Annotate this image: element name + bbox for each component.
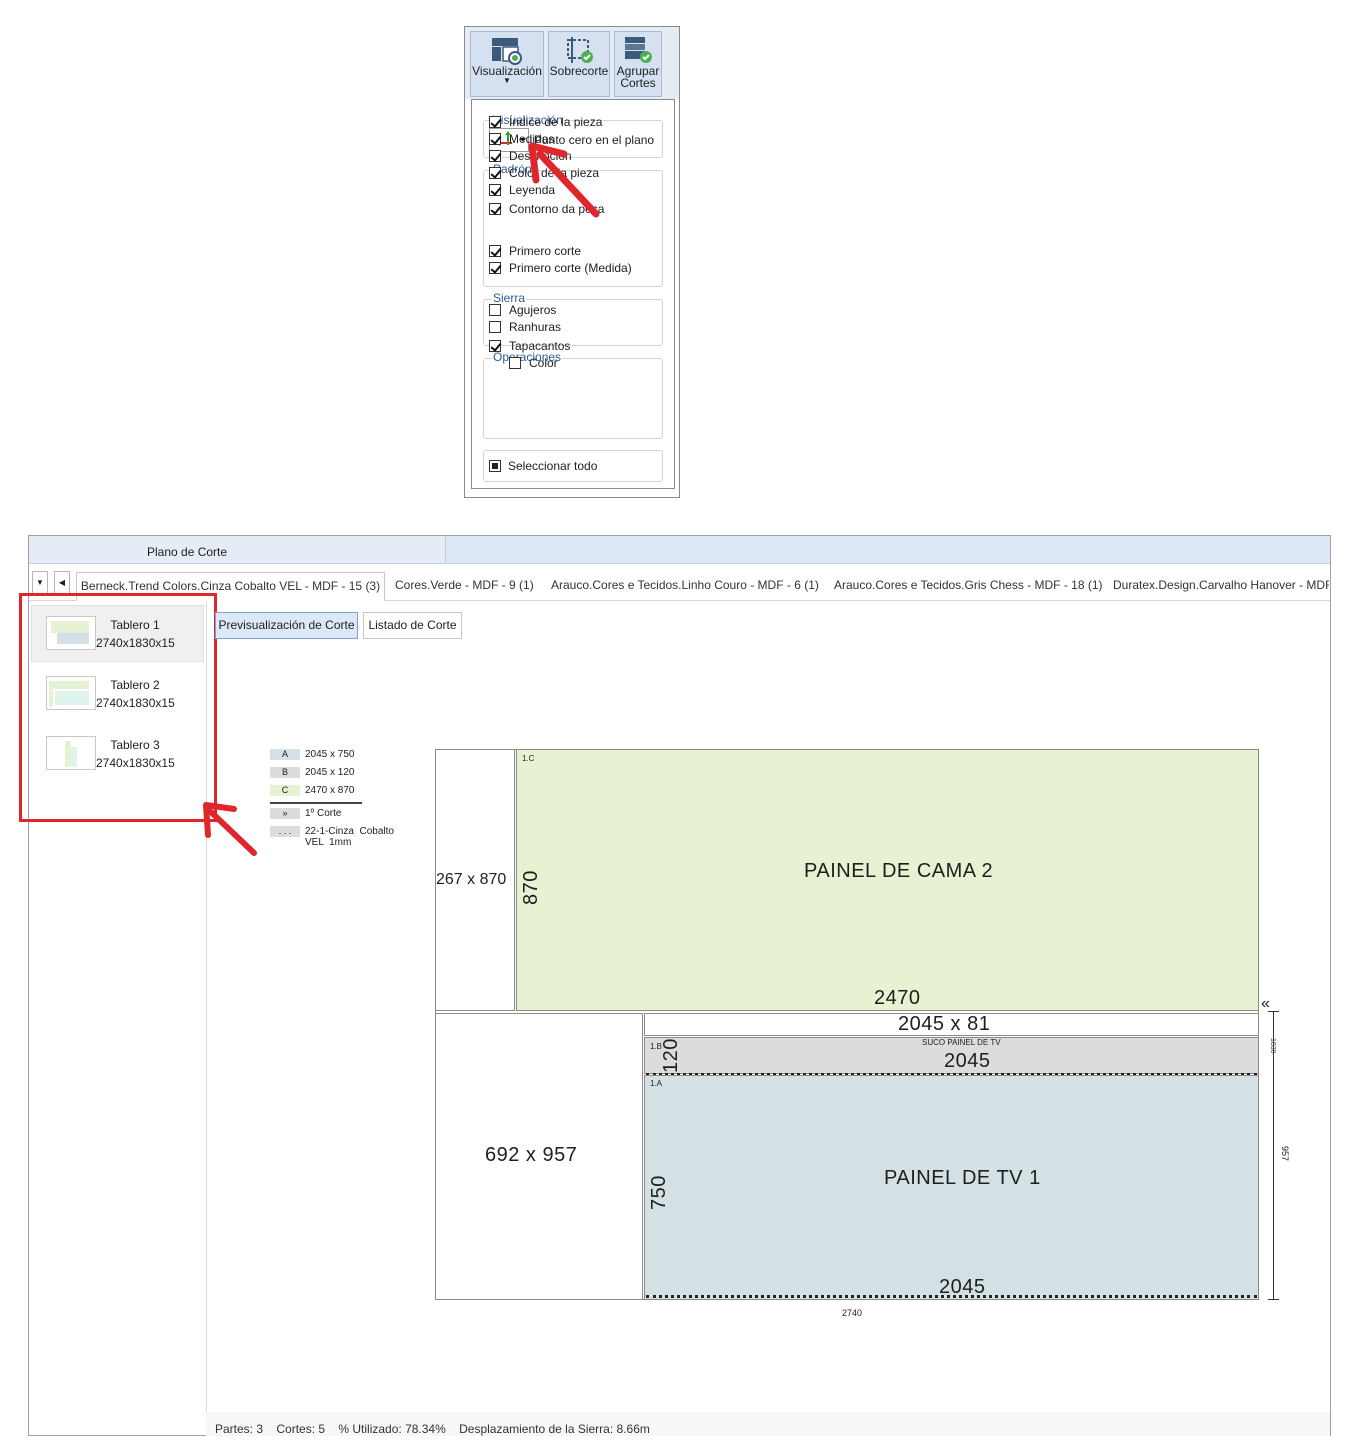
padron-checkbox[interactable] [489,184,501,196]
window-titlebar: Plano de Corte [29,536,1330,564]
legend-key: B [270,767,300,778]
piece-name: PAINEL DE CAMA 2 [804,860,994,882]
piece-width: 2045 [944,1050,991,1072]
highlight-box [19,593,217,822]
operaciones-option-label: Ranhuras [509,320,562,334]
scrap-label: 692 x 957 [485,1144,578,1166]
legend-key: . . . [270,826,300,837]
dimension-bottom: 2740 [842,1308,863,1318]
sobrecorte-label: Sobrecorte [549,64,609,78]
group-cuts-icon [621,35,655,65]
padron-option-label: Índice de la pieza [509,115,603,129]
piece-name: PAINEL DE TV 1 [884,1167,1041,1189]
sierra-checkbox[interactable] [489,245,501,257]
annotation-arrow-icon [203,802,257,856]
padron-checkbox[interactable] [489,203,501,215]
tab-material-3[interactable]: Arauco.Cores e Tecidos.Linho Couro - MDF… [551,572,819,599]
chevron-down-icon: ▼ [503,76,511,85]
piece-height: 750 [648,1175,670,1210]
agrupar-cortes-button[interactable]: Agrupar Cortes [614,31,662,97]
legend-text: 2470 x 870 [305,785,355,796]
sobrecorte-button[interactable]: Sobrecorte [548,31,610,97]
preview-button[interactable]: Previsualización de Corte [215,612,358,639]
operaciones-group [483,358,663,439]
status-bar: Partes: 3 Cortes: 5 % Utilizado: 78.34% … [206,1412,1330,1436]
legend-text: 1º Corte [305,808,342,819]
tab-material-5[interactable]: Duratex.Design.Carvalho Hanover - MDF - [1113,572,1329,599]
visualizacion-button[interactable]: Visualización ▼ [470,31,544,97]
select-all-checkbox[interactable] [489,460,501,472]
list-button[interactable]: Listado de Corte [363,612,462,639]
operaciones-checkbox[interactable] [489,321,501,333]
display-layout-icon [490,35,524,65]
window-title: Plano de Corte [147,545,228,559]
tab-material-2[interactable]: Cores.Verde - MDF - 9 (1) [395,572,534,599]
sierra-checkbox[interactable] [489,262,501,274]
tab-scroll-left-icon[interactable]: ◀ [54,571,70,595]
dimension-right: 957 [1280,1146,1290,1162]
agrupar-cortes-label: Agrupar Cortes [616,64,660,90]
operaciones-option-label: Tapacantos [509,339,571,353]
status-text: Partes: 3 Cortes: 5 % Utilizado: 78.34% … [215,1422,650,1436]
legend-text: 22-1-Cinza Cobalto VEL 1mm [305,826,394,848]
tab-material-4[interactable]: Arauco.Cores e Tecidos.Gris Chess - MDF … [834,572,1103,599]
padron-checkbox[interactable] [489,167,501,179]
piece-height: 870 [520,870,542,905]
dimension-line-right [1273,1011,1274,1300]
legend-divider [270,802,362,804]
operaciones-option-label: Color [529,356,558,370]
tab-list-dropdown-icon[interactable]: ▼ [32,571,48,595]
piece-index: 1.C [522,754,535,763]
sierra-option-label: Primero corte (Medida) [509,261,632,275]
select-all-label: Seleccionar todo [508,459,598,473]
padron-checkbox[interactable] [489,133,501,145]
dimension-tick [1268,1299,1279,1300]
ribbon-toolbar: Visualización ▼ Sobrecorte Agrupar Corte… [465,27,679,99]
annotation-arrow-icon [528,142,600,218]
legend-key: C [270,785,300,796]
piece-height: 120 [660,1038,682,1073]
sierra-option-label: Primero corte [509,244,582,258]
overcut-check-icon [562,35,596,65]
padron-checkbox[interactable] [489,116,501,128]
operaciones-option-label: Agujeros [509,303,557,317]
legend-text: 2045 x 120 [305,767,355,778]
first-cut-mark: « [1261,995,1270,1012]
padron-checkbox[interactable] [489,150,501,162]
dimension-right-small: 1830 [1269,1038,1276,1054]
operaciones-checkbox[interactable] [489,340,501,352]
piece-name: SUCO PAINEL DE TV [922,1038,1001,1047]
visualization-ribbon-popup: Visualización ▼ Sobrecorte Agrupar Corte… [464,26,680,498]
piece-index: 1.A [650,1079,663,1088]
operaciones-checkbox[interactable] [489,304,501,316]
legend-key: A [270,749,300,760]
strip-label: 2045 x 81 [898,1013,991,1035]
material-tab-strip: ▼ ◀ Berneck.Trend Colors.Cinza Cobalto V… [29,568,1330,601]
operaciones-checkbox[interactable] [509,357,521,369]
tab-plano-de-corte[interactable]: Plano de Corte [29,536,446,563]
legend-text: 2045 x 750 [305,749,355,760]
scrap-label: 267 x 870 [436,871,507,888]
piece-width: 2470 [874,987,921,1009]
legend-key: » [270,808,300,819]
edge-banding-line [646,1295,1257,1298]
